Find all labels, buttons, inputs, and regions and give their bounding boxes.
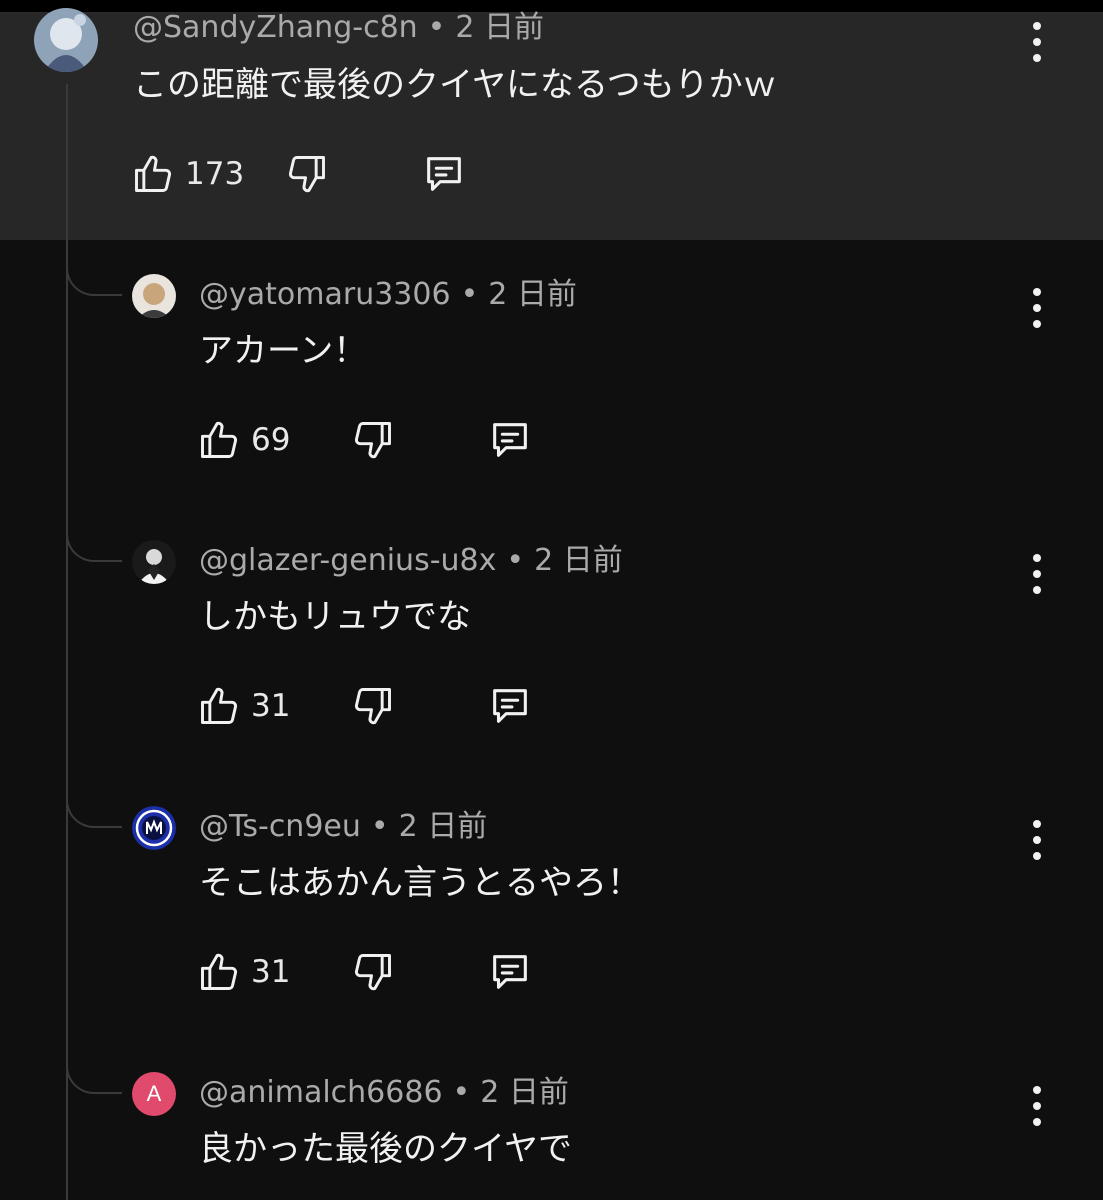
timestamp[interactable]: 2 日前 <box>488 277 577 312</box>
like-count: 173 <box>185 156 245 192</box>
comment-text: この距離で最後のクイヤになるつもりかｗ <box>133 65 777 105</box>
avatar[interactable] <box>34 8 98 72</box>
meta-separator: • <box>427 10 446 45</box>
username[interactable]: @yatomaru3306 <box>199 277 451 312</box>
comment-text: そこはあかん言うとるやろ！ <box>199 863 641 903</box>
thumbs-down-icon <box>351 418 395 462</box>
avatar-letter: A <box>146 1081 162 1106</box>
comment-meta: @Ts-cn9eu • 2 日前 <box>199 809 487 845</box>
timestamp[interactable]: 2 日前 <box>534 543 623 578</box>
reply-button[interactable] <box>487 944 533 1000</box>
thumbs-up-icon <box>197 418 241 462</box>
like-button[interactable]: 69 <box>197 412 290 468</box>
thread-line <box>66 84 68 1200</box>
comment-actions: 69 <box>197 412 557 468</box>
reply-icon <box>487 417 533 463</box>
comment-text: しかもリュウでな <box>199 597 471 637</box>
thumbs-down-icon <box>351 950 395 994</box>
like-count: 31 <box>251 688 291 724</box>
meta-separator: • <box>452 1075 471 1110</box>
reply-icon <box>421 151 467 197</box>
reply-icon <box>487 949 533 995</box>
thumbs-up-icon <box>131 152 175 196</box>
username[interactable]: @animalch6686 <box>199 1075 443 1110</box>
timestamp[interactable]: 2 日前 <box>455 10 544 45</box>
more-vert-icon[interactable] <box>1027 554 1047 594</box>
username[interactable]: @glazer-genius-u8x <box>199 543 496 578</box>
meta-separator: • <box>506 543 525 578</box>
reply-button[interactable] <box>421 146 467 202</box>
thread-connector <box>66 522 122 562</box>
thread-connector <box>66 1054 122 1094</box>
username[interactable]: @Ts-cn9eu <box>199 809 361 844</box>
like-button[interactable]: 31 <box>197 678 290 734</box>
thumbs-up-icon <box>197 950 241 994</box>
like-count: 69 <box>251 422 291 458</box>
comment-actions: 173 <box>131 146 491 202</box>
thread-connector <box>66 788 122 828</box>
thread-connector <box>66 256 122 296</box>
dislike-button[interactable] <box>285 146 329 202</box>
more-vert-icon[interactable] <box>1027 288 1047 328</box>
comment-meta: @SandyZhang-c8n • 2 日前 <box>133 10 544 46</box>
comment-meta: @yatomaru3306 • 2 日前 <box>199 277 577 313</box>
comment-actions: 31 <box>197 678 557 734</box>
comment-actions: 31 <box>197 944 557 1000</box>
avatar[interactable] <box>132 806 176 850</box>
meta-separator: • <box>370 809 389 844</box>
thumbs-up-icon <box>197 684 241 728</box>
highlighted-comment-bg <box>0 14 1103 240</box>
thumbs-down-icon <box>285 152 329 196</box>
timestamp[interactable]: 2 日前 <box>399 809 488 844</box>
username[interactable]: @SandyZhang-c8n <box>133 10 418 45</box>
like-count: 31 <box>251 954 291 990</box>
reply-button[interactable] <box>487 678 533 734</box>
avatar[interactable] <box>132 540 176 584</box>
like-button[interactable]: 31 <box>197 944 290 1000</box>
like-button[interactable]: 173 <box>131 146 244 202</box>
comment-meta: @animalch6686 • 2 日前 <box>199 1075 569 1111</box>
avatar[interactable]: A <box>132 1072 176 1116</box>
meta-separator: • <box>460 277 479 312</box>
reply-icon <box>487 683 533 729</box>
more-vert-icon[interactable] <box>1027 820 1047 860</box>
avatar[interactable] <box>132 274 176 318</box>
comment-text: 良かった最後のクイヤで <box>199 1129 572 1169</box>
comment-meta: @glazer-genius-u8x • 2 日前 <box>199 543 623 579</box>
thumbs-down-icon <box>351 684 395 728</box>
more-vert-icon[interactable] <box>1027 22 1047 62</box>
dislike-button[interactable] <box>351 944 395 1000</box>
dislike-button[interactable] <box>351 412 395 468</box>
reply-button[interactable] <box>487 412 533 468</box>
timestamp[interactable]: 2 日前 <box>480 1075 569 1110</box>
more-vert-icon[interactable] <box>1027 1086 1047 1126</box>
dislike-button[interactable] <box>351 678 395 734</box>
comment-text: アカーン！ <box>199 331 368 371</box>
